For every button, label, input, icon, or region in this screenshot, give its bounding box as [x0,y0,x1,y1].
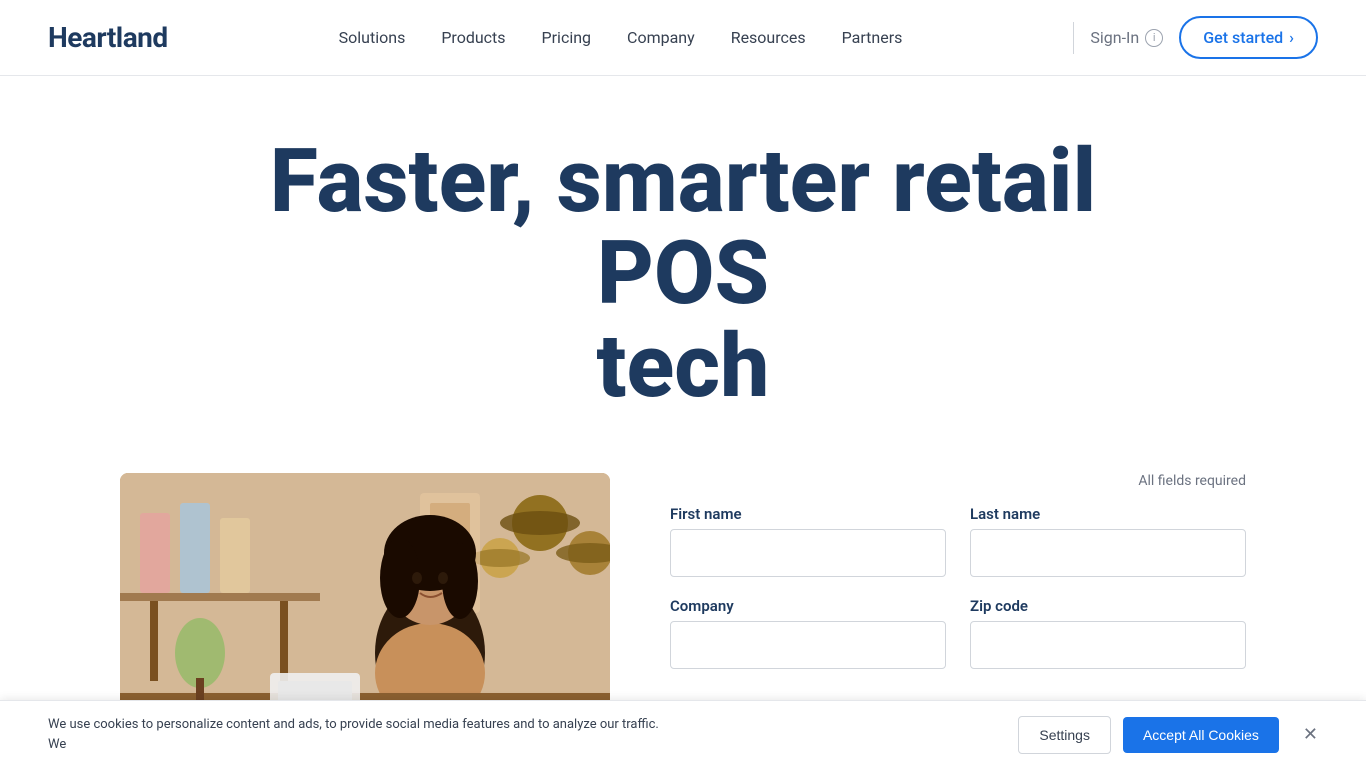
nav-item-products[interactable]: Products [441,28,505,47]
cookie-settings-button[interactable]: Settings [1018,716,1111,754]
store-illustration: ■ Heartland [120,473,610,723]
sign-in-link[interactable]: Sign-In [1090,28,1139,47]
company-label: Company [670,597,946,615]
hero-image: ■ Heartland [120,473,610,723]
cookie-text: We use cookies to personalize content an… [48,715,668,754]
zip-code-label: Zip code [970,597,1246,615]
form-row-name: First name Last name [670,505,1246,577]
cookie-accept-button[interactable]: Accept All Cookies [1123,717,1279,753]
header-right: Sign-In i Get started › [1073,16,1318,59]
info-icon[interactable]: i [1145,29,1163,47]
header-divider [1073,22,1074,54]
nav-item-company[interactable]: Company [627,28,695,47]
company-input[interactable] [670,621,946,669]
nav-item-pricing[interactable]: Pricing [542,28,592,47]
last-name-input[interactable] [970,529,1246,577]
all-fields-required-label: All fields required [670,473,1246,489]
form-group-company: Company [670,597,946,669]
form-group-zip: Zip code [970,597,1246,669]
main-nav: Solutions Products Pricing Company Resou… [339,28,903,47]
get-started-label: Get started [1203,28,1283,47]
hero-title-line2: tech [596,315,769,418]
form-section: All fields required First name Last name… [670,473,1246,689]
zip-code-input[interactable] [970,621,1246,669]
form-row-company: Company Zip code [670,597,1246,669]
last-name-label: Last name [970,505,1246,523]
first-name-label: First name [670,505,946,523]
nav-item-partners[interactable]: Partners [842,28,903,47]
cookie-actions: Settings Accept All Cookies ✕ [1018,716,1318,754]
chevron-right-icon: › [1289,28,1294,47]
cookie-close-button[interactable]: ✕ [1303,724,1318,745]
first-name-input[interactable] [670,529,946,577]
get-started-button[interactable]: Get started › [1179,16,1318,59]
hero-title-line1: Faster, smarter retail POS [270,130,1097,325]
header: Heartland Solutions Products Pricing Com… [0,0,1366,76]
form-group-last-name: Last name [970,505,1246,577]
cookie-banner: We use cookies to personalize content an… [0,700,1366,768]
main-content: ■ Heartland All fields required First na… [0,473,1366,723]
nav-item-resources[interactable]: Resources [731,28,806,47]
sign-in-wrapper: Sign-In i [1090,28,1163,47]
form-group-first-name: First name [670,505,946,577]
hero-title: Faster, smarter retail POS tech [233,136,1133,413]
hero-section: Faster, smarter retail POS tech [0,76,1366,453]
logo: Heartland [48,21,168,54]
nav-item-solutions[interactable]: Solutions [339,28,406,47]
